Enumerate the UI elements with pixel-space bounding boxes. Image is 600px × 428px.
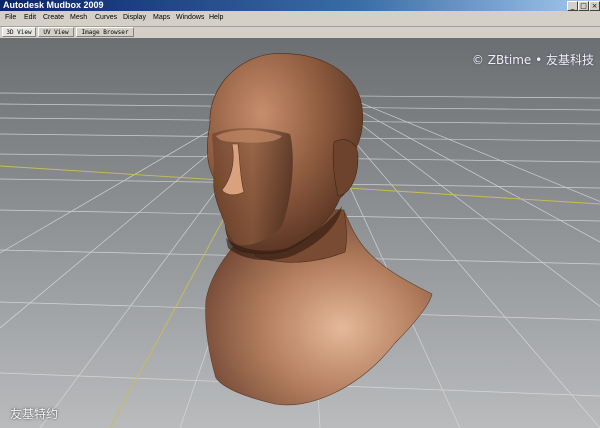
close-button[interactable]: ×	[589, 1, 600, 11]
menu-edit[interactable]: Edit	[24, 13, 36, 23]
restore-button[interactable]: □	[578, 1, 589, 11]
mesh-ear	[332, 139, 359, 197]
menu-create[interactable]: Create	[43, 13, 64, 23]
menu-maps[interactable]: Maps	[153, 13, 170, 23]
menu-windows[interactable]: Windows	[176, 13, 204, 23]
window-titlebar[interactable]: Autodesk Mudbox 2009 _ □ ×	[0, 0, 600, 11]
watermark-top: © ZBtime • 友基科技	[471, 53, 594, 67]
window-title: Autodesk Mudbox 2009	[3, 0, 104, 10]
tab-image-browser[interactable]: Image Browser	[76, 27, 134, 37]
watermark-bottom: 友基特约	[10, 407, 59, 421]
menu-bar: File Edit Create Mesh Curves Display Map…	[0, 11, 600, 27]
menu-curves[interactable]: Curves	[95, 13, 117, 23]
3d-viewport[interactable]: © ZBtime • 友基科技 友基特约	[0, 38, 600, 428]
view-tab-bar: 3D View UV View Image Browser	[0, 27, 600, 38]
tab-3d-view[interactable]: 3D View	[2, 27, 36, 37]
menu-help[interactable]: Help	[209, 13, 223, 23]
menu-file[interactable]: File	[5, 13, 16, 23]
minimize-button[interactable]: _	[567, 1, 578, 11]
tab-uv-view[interactable]: UV View	[38, 27, 74, 37]
menu-mesh[interactable]: Mesh	[70, 13, 87, 23]
viewport-canvas	[0, 53, 600, 428]
menu-display[interactable]: Display	[123, 13, 146, 23]
